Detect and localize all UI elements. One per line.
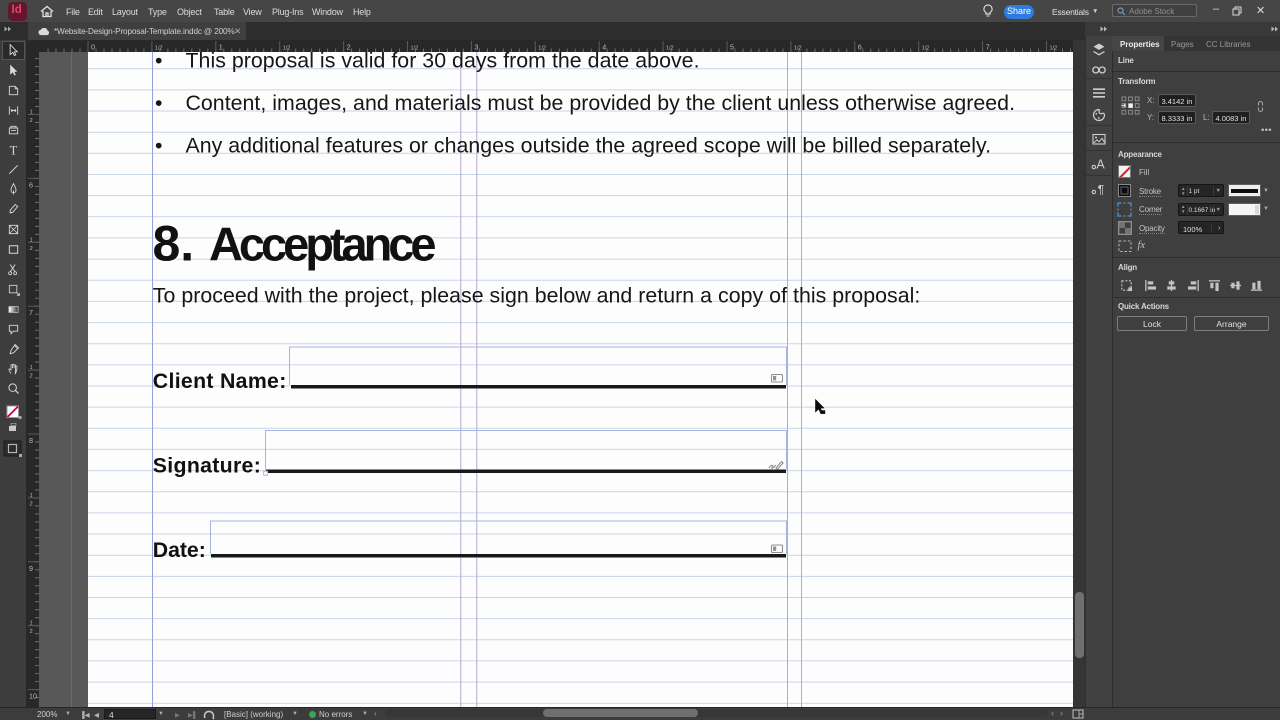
svg-text:1/2: 1/2 — [411, 46, 419, 52]
svg-text:T: T — [9, 143, 17, 157]
svg-text:2: 2 — [30, 246, 33, 252]
svg-text:•: • — [155, 52, 162, 72]
svg-text:2: 2 — [30, 501, 33, 507]
svg-text:1/2: 1/2 — [283, 46, 291, 52]
svg-text:•: • — [155, 133, 162, 157]
svg-text:1/2: 1/2 — [155, 46, 163, 52]
svg-text:2: 2 — [347, 43, 351, 52]
svg-text:1/2: 1/2 — [538, 46, 546, 52]
svg-text:6: 6 — [29, 180, 33, 189]
svg-text:Date:: Date: — [153, 538, 206, 562]
svg-text:7: 7 — [986, 43, 990, 52]
svg-text:5: 5 — [730, 43, 734, 52]
svg-text:¶: ¶ — [1098, 183, 1104, 197]
svg-text:Any additional features or cha: Any additional features or changes outsi… — [186, 133, 992, 157]
svg-text:1: 1 — [219, 43, 223, 52]
svg-text:1/2: 1/2 — [666, 46, 674, 52]
svg-text:1/2: 1/2 — [794, 46, 802, 52]
svg-text:8: 8 — [29, 436, 33, 445]
svg-text:This proposal is valid for 30: This proposal is valid for 30 days from … — [186, 52, 700, 72]
svg-text:2: 2 — [30, 374, 33, 380]
svg-text:6: 6 — [858, 43, 862, 52]
svg-text:Acceptance: Acceptance — [209, 217, 437, 270]
svg-text:A: A — [1096, 158, 1105, 172]
svg-text:7: 7 — [29, 308, 33, 317]
svg-text:1: 1 — [30, 110, 33, 116]
svg-text:8.: 8. — [153, 215, 195, 271]
svg-text:To proceed with the project, p: To proceed with the project, please sign… — [153, 283, 921, 307]
svg-text:3: 3 — [474, 43, 478, 52]
svg-text:9: 9 — [29, 564, 33, 573]
svg-text:1: 1 — [30, 621, 33, 627]
svg-text:0: 0 — [91, 43, 95, 52]
svg-text:Signature:: Signature: — [153, 453, 261, 477]
svg-text:Client Name:: Client Name: — [153, 369, 286, 393]
svg-text:1: 1 — [30, 365, 33, 371]
svg-text:1: 1 — [30, 237, 33, 243]
svg-text:Content, images, and materials: Content, images, and materials must be p… — [186, 91, 1016, 115]
svg-text:1/2: 1/2 — [1050, 46, 1058, 52]
svg-text:1/2: 1/2 — [922, 46, 930, 52]
svg-text:2: 2 — [30, 629, 33, 635]
svg-text:1: 1 — [30, 493, 33, 499]
svg-text:10: 10 — [29, 692, 37, 701]
svg-text:2: 2 — [30, 118, 33, 124]
svg-text:4: 4 — [602, 43, 606, 52]
svg-text:•: • — [155, 91, 162, 115]
